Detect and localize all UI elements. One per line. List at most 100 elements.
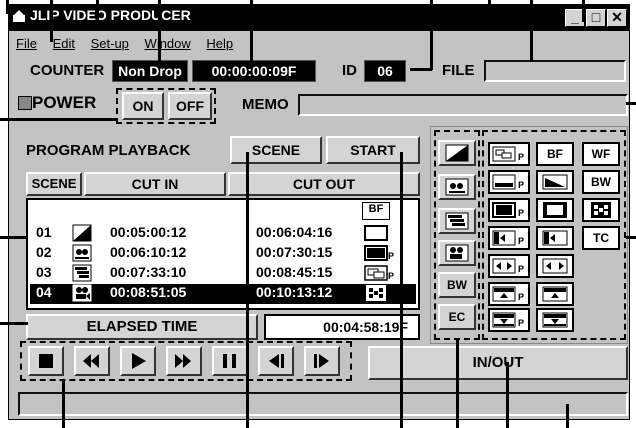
memo-field[interactable] xyxy=(298,94,628,116)
strobe-effect-button[interactable] xyxy=(438,208,476,234)
svg-text:P: P xyxy=(388,251,394,261)
svg-text:P: P xyxy=(518,208,524,218)
col-cut-in[interactable]: CUT IN xyxy=(84,172,226,196)
svg-text:P: P xyxy=(518,292,524,302)
play-button[interactable] xyxy=(120,346,156,376)
list-item[interactable]: 02 00:06:10:12 00:07:30:15 P xyxy=(30,244,416,264)
counter-mode[interactable]: Non Drop xyxy=(112,60,188,82)
id-label: ID xyxy=(342,62,357,79)
callout-line xyxy=(96,0,99,30)
slide-split-button[interactable] xyxy=(536,254,574,278)
wf-button[interactable]: WF xyxy=(582,142,620,166)
window-title: JLIP VIDEO PRODUCER xyxy=(30,7,191,23)
scene-button[interactable]: SCENE xyxy=(230,136,322,164)
bw-fade-button[interactable]: BW xyxy=(582,170,620,194)
film-effect-button[interactable] xyxy=(438,240,476,266)
slide-left-button[interactable] xyxy=(536,226,574,250)
power-on-button[interactable]: ON xyxy=(122,92,164,120)
stop-button[interactable] xyxy=(28,346,64,376)
list-item[interactable]: 03 00:07:33:10 00:08:45:15 P xyxy=(30,264,416,284)
slide-up-icon: P xyxy=(492,286,524,302)
callout-line xyxy=(456,340,459,428)
elapsed-time-button[interactable]: ELAPSED TIME xyxy=(26,314,258,340)
slide-down-p-button[interactable]: P xyxy=(488,308,530,332)
tc-button[interactable]: TC xyxy=(582,226,620,250)
slide-left-icon xyxy=(542,230,568,246)
cut-in-time: 00:06:10:12 xyxy=(110,244,187,260)
box-wipe-p-button[interactable]: P xyxy=(488,198,530,222)
callout-line xyxy=(0,118,118,121)
counter-label: COUNTER xyxy=(30,62,105,79)
slide-left-p-button[interactable]: P xyxy=(488,226,530,250)
slide-split-icon xyxy=(542,258,568,274)
file-field[interactable] xyxy=(484,60,626,82)
svg-text:P: P xyxy=(518,236,524,246)
slide-up-button[interactable] xyxy=(536,282,574,306)
callout-line xyxy=(410,68,432,71)
cut-out-time: 00:07:30:15 xyxy=(256,244,333,260)
pause-button[interactable] xyxy=(212,346,248,376)
frame-forward-button[interactable] xyxy=(304,346,340,376)
list-item[interactable]: 01 00:05:00:12 00:06:04:16 xyxy=(30,224,416,244)
callout-line xyxy=(158,0,161,62)
cut-out-time: 00:08:45:15 xyxy=(256,264,333,280)
corner-wipe-button[interactable] xyxy=(536,170,574,194)
corner-wipe-p-button[interactable]: P xyxy=(488,170,530,194)
slide-down-button[interactable] xyxy=(536,308,574,332)
close-button[interactable]: ✕ xyxy=(607,9,627,27)
mosaic-effect-button[interactable] xyxy=(438,174,476,200)
maximize-button[interactable]: □ xyxy=(586,9,606,27)
cut-out-time: 00:06:04:16 xyxy=(256,224,333,240)
callout-line xyxy=(246,152,249,428)
scene-list[interactable]: BF 01 00:05:00:12 00:06:04:16 02 00:06:1… xyxy=(26,198,420,310)
movie-camera-icon xyxy=(445,244,469,262)
svg-text:P: P xyxy=(518,264,524,274)
slide-split-p-button[interactable]: P xyxy=(488,254,530,278)
callout-line xyxy=(0,236,28,239)
start-button[interactable]: START xyxy=(326,136,420,164)
menu-edit[interactable]: Edit xyxy=(53,36,75,51)
col-scene[interactable]: SCENE xyxy=(26,172,82,196)
memo-label: MEMO xyxy=(242,96,289,113)
menu-setup[interactable]: Set-up xyxy=(91,36,129,51)
box-wipe-button[interactable] xyxy=(536,198,574,222)
frame-forward-icon xyxy=(314,354,329,368)
status-bar xyxy=(18,392,628,416)
menu-file[interactable]: File xyxy=(16,36,37,51)
slide-down-icon xyxy=(542,312,568,328)
scene-number: 02 xyxy=(36,244,52,260)
rewind-button[interactable] xyxy=(74,346,110,376)
power-off-button[interactable]: OFF xyxy=(168,92,212,120)
mosaic-fade-button[interactable] xyxy=(582,198,620,222)
bw-effect-button[interactable]: BW xyxy=(438,272,476,298)
cut-out-time: 00:10:13:12 xyxy=(256,284,333,300)
box-wipe-icon: P xyxy=(492,202,524,218)
callout-line xyxy=(50,0,53,42)
callout-line xyxy=(62,380,65,428)
slide-up-p-button[interactable]: P xyxy=(488,282,530,306)
app-icon xyxy=(13,10,25,22)
frame-back-button[interactable] xyxy=(258,346,294,376)
callout-line xyxy=(6,0,9,14)
svg-text:P: P xyxy=(518,152,524,162)
cut-in-time: 00:07:33:10 xyxy=(110,264,187,280)
window-wipe-icon: P xyxy=(364,265,394,281)
list-item-selected[interactable]: 04 00:08:51:05 00:10:13:12 xyxy=(30,284,416,304)
col-cut-out[interactable]: CUT OUT xyxy=(228,172,420,196)
callout-line xyxy=(506,362,509,428)
bf-button[interactable]: BF xyxy=(536,142,574,166)
window-wipe-p-button[interactable]: P xyxy=(488,142,530,166)
callout-line xyxy=(250,0,253,62)
callout-line xyxy=(0,322,28,325)
fade-effect-button[interactable] xyxy=(438,140,476,166)
fast-forward-button[interactable] xyxy=(166,346,202,376)
menu-help[interactable]: Help xyxy=(206,36,233,51)
id-value: 06 xyxy=(364,60,406,82)
mosaic-icon xyxy=(445,178,469,196)
menu-window[interactable]: Window xyxy=(145,36,191,51)
effect-bf-label: BF xyxy=(362,202,390,220)
in-out-button[interactable]: IN/OUT xyxy=(368,346,628,380)
program-title: PROGRAM PLAYBACK xyxy=(26,142,191,159)
play-icon xyxy=(132,353,146,369)
ec-effect-button[interactable]: EC xyxy=(438,304,476,330)
